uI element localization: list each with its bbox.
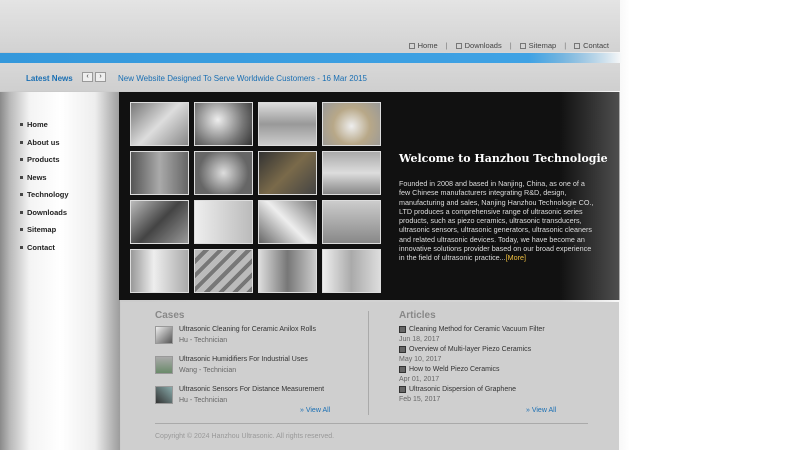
sidebar-item-technology[interactable]: Technology xyxy=(20,186,69,204)
sidebar-item-about-us[interactable]: About us xyxy=(20,134,69,152)
product-thumbnail[interactable] xyxy=(130,151,189,195)
product-thumbnail[interactable] xyxy=(130,200,189,244)
product-thumbnail[interactable] xyxy=(194,200,253,244)
bullet-icon xyxy=(20,123,23,127)
top-link-home[interactable]: Home xyxy=(408,41,438,50)
product-thumbnail[interactable] xyxy=(130,249,189,293)
footer-divider xyxy=(155,423,588,424)
sidebar-item-home[interactable]: Home xyxy=(20,116,69,134)
case-item[interactable]: Ultrasonic Sensors For Distance Measurem… xyxy=(155,386,324,404)
bullet-icon xyxy=(20,245,23,249)
bullet-icon xyxy=(20,210,23,214)
article-item[interactable]: Overview of Multi-layer Piezo Ceramics M… xyxy=(399,346,531,363)
accent-bar xyxy=(0,53,622,63)
top-links: Home | Downloads | Sitemap | Contact xyxy=(408,41,609,50)
latest-news-label: Latest News xyxy=(26,74,73,83)
product-thumbnail[interactable] xyxy=(130,102,189,146)
sitemap-icon xyxy=(519,42,526,49)
case-thumbnail xyxy=(155,326,173,344)
sidebar-nav: Home About us Products News Technology D… xyxy=(20,116,69,256)
news-next-button[interactable]: › xyxy=(95,72,106,82)
home-icon xyxy=(408,42,415,49)
sidebar-item-sitemap[interactable]: Sitemap xyxy=(20,221,69,239)
top-link-contact[interactable]: Contact xyxy=(574,41,609,50)
bullet-icon xyxy=(20,140,23,144)
product-thumbnail[interactable] xyxy=(194,249,253,293)
bullet-icon xyxy=(20,158,23,162)
product-thumbnail[interactable] xyxy=(322,151,381,195)
case-item[interactable]: Ultrasonic Humidifiers For Industrial Us… xyxy=(155,356,308,374)
bullet-icon xyxy=(20,228,23,232)
hero-title: Welcome to Hanzhou Technologie xyxy=(399,152,608,165)
product-thumbnail[interactable] xyxy=(258,249,317,293)
cases-view-all-link[interactable]: » View All xyxy=(300,407,330,414)
articles-view-all-link[interactable]: » View All xyxy=(526,407,556,414)
cases-title: Cases xyxy=(155,310,185,321)
sidebar-item-contact[interactable]: Contact xyxy=(20,239,69,257)
article-item[interactable]: How to Weld Piezo Ceramics Apr 01, 2017 xyxy=(399,366,500,383)
product-thumbnail[interactable] xyxy=(258,151,317,195)
product-thumbnail[interactable] xyxy=(194,102,253,146)
case-thumbnail xyxy=(155,386,173,404)
download-icon xyxy=(455,42,462,49)
product-thumbnail-grid xyxy=(130,102,381,293)
top-link-downloads[interactable]: Downloads xyxy=(455,41,502,50)
sidebar-item-downloads[interactable]: Downloads xyxy=(20,204,69,222)
case-thumbnail xyxy=(155,356,173,374)
product-thumbnail[interactable] xyxy=(322,102,381,146)
article-icon xyxy=(399,366,406,373)
product-thumbnail[interactable] xyxy=(258,200,317,244)
sidebar-item-news[interactable]: News xyxy=(20,169,69,187)
news-headline-link[interactable]: New Website Designed To Serve Worldwide … xyxy=(118,74,367,83)
contact-icon xyxy=(574,42,581,49)
top-link-sitemap[interactable]: Sitemap xyxy=(519,41,556,50)
product-thumbnail[interactable] xyxy=(258,102,317,146)
copyright-text: Copyright © 2024 Hanzhou Ultrasonic. All… xyxy=(155,433,335,440)
product-thumbnail[interactable] xyxy=(322,249,381,293)
hero-description: Founded in 2008 and based in Nanjing, Ch… xyxy=(399,179,594,263)
article-item[interactable]: Ultrasonic Dispersion of Graphene Feb 15… xyxy=(399,386,516,403)
product-thumbnail[interactable] xyxy=(194,151,253,195)
product-thumbnail[interactable] xyxy=(322,200,381,244)
section-divider xyxy=(368,311,369,415)
bullet-icon xyxy=(20,193,23,197)
content-panel xyxy=(121,302,619,450)
more-link[interactable]: [More] xyxy=(506,253,526,262)
article-icon xyxy=(399,326,406,333)
news-prev-button[interactable]: ‹ xyxy=(82,72,93,82)
article-icon xyxy=(399,386,406,393)
articles-title: Articles xyxy=(399,310,436,321)
article-icon xyxy=(399,346,406,353)
article-item[interactable]: Cleaning Method for Ceramic Vacuum Filte… xyxy=(399,326,545,343)
case-item[interactable]: Ultrasonic Cleaning for Ceramic Anilox R… xyxy=(155,326,316,344)
bullet-icon xyxy=(20,175,23,179)
sidebar-item-products[interactable]: Products xyxy=(20,151,69,169)
